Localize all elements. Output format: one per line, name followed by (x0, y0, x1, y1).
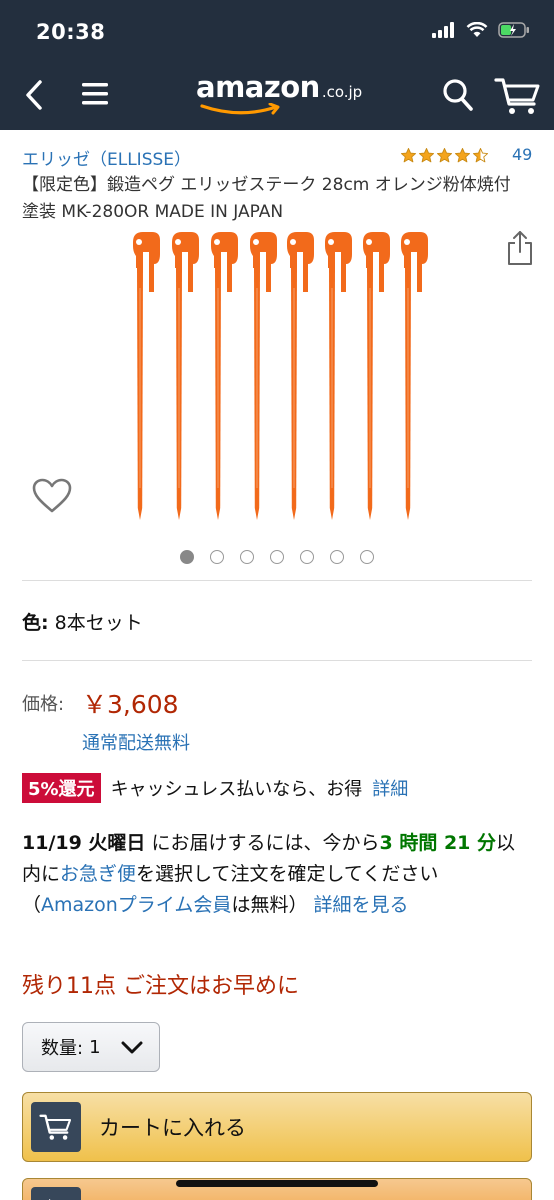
prime-member-link[interactable]: Amazonプライム会員 (41, 894, 231, 916)
image-carousel-dots[interactable] (180, 550, 374, 564)
cashback-text: キャッシュレス払いなら、お得 (110, 779, 363, 800)
stake-peg (363, 232, 390, 520)
delivery-date: 11/19 火曜日 (22, 832, 146, 854)
variation-line[interactable]: 色: 8本セット (22, 608, 143, 635)
stake-peg (287, 232, 314, 520)
brand-link[interactable]: エリッゼ（ELLISSE） (22, 145, 191, 170)
quantity-label: 数量: (41, 1038, 84, 1059)
signal-icon (432, 22, 454, 38)
wifi-icon (466, 22, 488, 37)
star-icon (472, 147, 489, 163)
product-title: 【限定色】鍛造ペグ エリッゼステーク 28cm オレンジ粉体焼付塗装 MK-28… (22, 175, 511, 222)
amazon-logo[interactable]: amazon .co.jp (196, 70, 363, 115)
price-value: ￥3,608 (82, 690, 179, 719)
express-shipping-link[interactable]: お急ぎ便 (60, 863, 136, 885)
hamburger-menu-icon[interactable] (80, 80, 110, 108)
carousel-dot[interactable] (210, 550, 224, 564)
smile-arrow-icon (200, 103, 280, 115)
rating-count[interactable]: 49 (512, 145, 532, 164)
chevron-down-icon (121, 1041, 143, 1054)
star-icon (400, 147, 417, 163)
add-to-cart-button[interactable]: カートに入れる (22, 1092, 532, 1162)
carousel-dot[interactable] (360, 550, 374, 564)
cart-icon (39, 1114, 72, 1140)
back-arrow-icon[interactable] (20, 76, 50, 114)
delivery-text-4: は無料） (231, 894, 308, 916)
carousel-dot[interactable] (330, 550, 344, 564)
status-icons (432, 22, 530, 38)
buy-now-icon-box (31, 1187, 81, 1200)
delivery-countdown: 3 時間 21 分 (379, 832, 497, 854)
delivery-text-1: にお届けするには、今から (151, 832, 380, 854)
free-shipping-link[interactable]: 通常配送無料 (82, 729, 190, 755)
divider (22, 660, 532, 661)
stake-peg (325, 232, 352, 520)
star-icon (454, 147, 471, 163)
carousel-dot[interactable] (300, 550, 314, 564)
delivery-message: 11/19 火曜日 にお届けするには、今から3 時間 21 分以内にお急ぎ便を選… (22, 828, 532, 921)
stake-peg (401, 232, 428, 520)
status-time: 20:38 (36, 20, 106, 44)
cashback-row: 5%還元 キャッシュレス払いなら、お得 詳細 (22, 773, 408, 803)
stake-peg (250, 232, 277, 520)
share-icon[interactable] (506, 230, 534, 266)
battery-icon (498, 22, 529, 38)
logo-word: amazon (196, 70, 320, 104)
delivery-details-link[interactable]: 詳細を見る (314, 894, 409, 916)
price-label: 価格: (22, 694, 65, 715)
divider (22, 580, 532, 581)
cashback-details-link[interactable]: 詳細 (372, 775, 408, 801)
star-icon (436, 147, 453, 163)
stake-peg (172, 232, 199, 520)
star-rating[interactable] (400, 147, 489, 164)
home-indicator (176, 1180, 378, 1187)
stake-peg (133, 232, 160, 520)
product-image[interactable] (118, 228, 428, 524)
carousel-dot[interactable] (270, 550, 284, 564)
variation-value: 8本セット (54, 612, 143, 634)
stake-peg (211, 232, 238, 520)
stock-warning: 残り11点 ご注文はお早めに (22, 974, 299, 999)
carousel-dot[interactable] (240, 550, 254, 564)
cart-button-icon-box (31, 1102, 81, 1152)
app-header: 20:38 amazon .co.jp (0, 0, 554, 130)
heart-icon[interactable] (32, 478, 72, 514)
cashback-badge: 5%還元 (22, 773, 101, 803)
quantity-value: 1 (89, 1036, 101, 1058)
logo-suffix: .co.jp (321, 83, 363, 101)
quantity-dropdown[interactable]: 数量: 1 (22, 1022, 160, 1072)
add-to-cart-label: カートに入れる (99, 1116, 246, 1140)
variation-label: 色: (22, 612, 49, 634)
search-icon[interactable] (442, 78, 474, 112)
play-icon (49, 1199, 51, 1200)
carousel-dot[interactable] (180, 550, 194, 564)
star-icon (418, 147, 435, 163)
cart-icon[interactable] (494, 76, 542, 116)
